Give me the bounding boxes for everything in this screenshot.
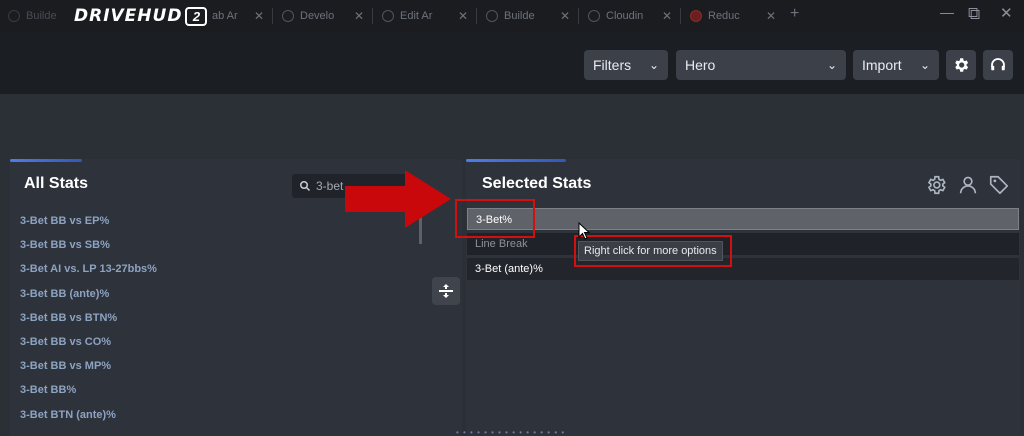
minimize-icon[interactable]: — [940,4,954,20]
gear-icon [955,58,969,72]
settings-button[interactable] [946,50,976,80]
line-break-row[interactable]: Line Break [467,233,1019,255]
list-item[interactable]: 3-Bet BB vs MP% [20,357,280,381]
tab-label: Cloudin [606,10,644,22]
highlight-box-stat [455,199,535,238]
youtube-icon [690,10,702,22]
list-item[interactable]: 3-Bet BTN (ante)% [20,406,280,430]
chevron-down-icon: ⌄ [826,58,837,72]
tab-developer[interactable]: Develo ✕ [276,4,368,28]
chevron-down-icon: ⌄ [919,58,930,72]
restore-icon[interactable]: ⧉ [968,4,980,24]
new-tab-button[interactable]: + [790,5,799,23]
highlight-box-tooltip [574,235,732,267]
panel-accent-bar [10,159,82,162]
tab-label: Reduc [708,10,740,22]
close-icon[interactable]: ✕ [766,4,776,28]
player-select[interactable]: Hero ⌄ [676,50,846,80]
list-item[interactable]: 3-Bet BB vs BTN% [20,309,280,333]
tab-reduce[interactable]: Reduc ✕ [684,4,780,28]
tab-label: ab Ar [212,10,238,22]
selected-stats-title: Selected Stats [482,175,592,192]
title-bar: Builde DRIVEHUD 2 ab Ar ✕ Develo ✕ Edit … [0,0,1024,32]
close-icon[interactable]: ✕ [560,4,570,28]
tag-icon [989,175,1009,195]
all-stats-title: All Stats [24,175,89,192]
tab-separator [680,8,681,24]
close-icon[interactable]: ✕ [254,4,264,28]
list-item[interactable]: 3-Bet BB vs SB% [20,236,280,260]
globe-icon [486,10,498,22]
mouse-cursor-icon [578,222,590,240]
import-button[interactable]: Import ⌄ [853,50,939,80]
selected-stat-row[interactable]: 3-Bet% [467,208,1019,230]
list-item[interactable]: 3-Bet BB vs EP% [20,212,280,236]
tab-edit-article[interactable]: Edit Ar ✕ [376,4,472,28]
chevron-down-icon: ⌄ [648,58,659,72]
globe-icon [382,10,394,22]
stats-settings-button[interactable] [925,174,947,196]
tab-builder-1[interactable]: Builde [2,4,64,28]
globe-icon [8,10,20,22]
close-icon[interactable]: ✕ [662,4,672,28]
tab-cloudinary[interactable]: Cloudin ✕ [582,4,676,28]
tab-label: Builde [26,10,57,22]
cloud-icon [588,10,600,22]
support-button[interactable] [983,50,1013,80]
split-toggle-button[interactable] [432,277,460,305]
globe-icon [282,10,294,22]
tab-separator [476,8,477,24]
user-icon [959,176,977,194]
tab-label: Develo [300,10,335,22]
tab-label: Edit Ar [400,10,433,22]
tab-builder-2[interactable]: Builde ✕ [480,4,574,28]
tab-separator [372,8,373,24]
all-stats-list: 3-Bet BB vs EP% 3-Bet BB vs SB% 3-Bet AI… [20,212,280,430]
list-item[interactable]: 3-Bet BB vs CO% [20,333,280,357]
gear-icon [927,175,946,195]
close-icon[interactable]: ✕ [458,4,468,28]
list-item[interactable]: 3-Bet AI vs. LP 13-27bbs% [20,260,280,284]
tab-separator [272,8,273,24]
tab-lab-article[interactable]: ab Ar ✕ [198,4,268,28]
headset-icon [991,58,1005,71]
drivehud-logo: DRIVEHUD 2 [74,5,208,27]
filters-label: Filters [593,57,632,73]
selected-stat-row[interactable]: 3-Bet (ante)% [467,258,1019,280]
tag-button[interactable] [988,174,1010,196]
tab-label: Builde [504,10,535,22]
list-item[interactable]: 3-Bet BB% [20,381,280,405]
filters-button[interactable]: Filters ⌄ [584,50,668,80]
collapse-vertical-icon [439,284,453,298]
close-icon[interactable]: ✕ [354,4,364,28]
selected-stats-panel [466,159,1020,436]
resize-grip[interactable]: • • • • • • • • • • • • • • • • [456,428,565,436]
import-label: Import [862,57,902,73]
player-profile-button[interactable] [957,174,979,196]
search-icon [300,181,311,192]
window-close-icon[interactable]: ✕ [1000,4,1013,22]
logo-text: DRIVEHUD [74,6,183,26]
list-item[interactable]: 3-Bet BB (ante)% [20,285,280,309]
panel-accent-bar [466,159,566,162]
annotation-arrow-icon [345,170,451,228]
tab-separator [578,8,579,24]
player-value: Hero [685,57,716,73]
